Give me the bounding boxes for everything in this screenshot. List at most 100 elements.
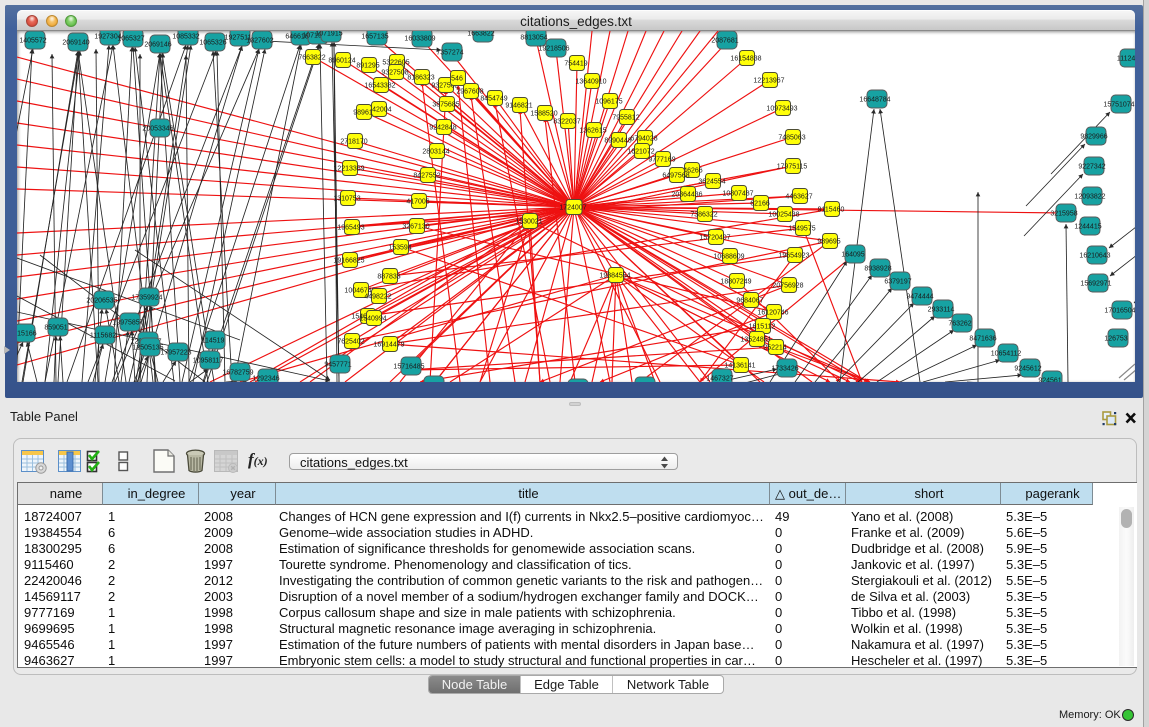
svg-text:17359924: 17359924 [131, 295, 162, 302]
svg-text:1244415: 1244415 [1074, 224, 1101, 231]
svg-text:2803144: 2803144 [422, 149, 449, 156]
svg-text:1724007: 1724007 [559, 205, 586, 212]
svg-text:7663822: 7663822 [298, 55, 325, 62]
svg-text:1096175: 1096175 [595, 99, 622, 106]
svg-text:4498222: 4498222 [364, 294, 391, 301]
svg-text:12213369: 12213369 [333, 166, 364, 173]
svg-text:6497568: 6497568 [662, 173, 689, 180]
svg-text:8960124: 8960124 [328, 58, 355, 65]
svg-text:1657135: 1657135 [361, 34, 388, 41]
svg-text:1085332: 1085332 [172, 34, 199, 41]
svg-text:12505135: 12505135 [132, 345, 163, 352]
svg-text:989695: 989695 [817, 239, 840, 246]
svg-text:8454749: 8454749 [480, 96, 507, 103]
svg-text:8813054: 8813054 [520, 35, 547, 42]
svg-text:763262: 763262 [948, 321, 971, 328]
svg-text:16782759: 16782759 [222, 370, 253, 377]
svg-text:9777169: 9777169 [648, 157, 675, 164]
svg-text:754419: 754419 [564, 61, 587, 68]
svg-text:19218506: 19218506 [538, 46, 569, 53]
svg-text:7625402: 7625402 [337, 339, 364, 346]
svg-text:891295: 891295 [356, 63, 379, 70]
svg-text:6794028: 6794028 [630, 136, 657, 143]
svg-text:16648784: 16648784 [859, 97, 890, 104]
svg-text:9327508: 9327508 [381, 70, 408, 77]
svg-text:1540994: 1540994 [359, 316, 386, 323]
svg-text:1362615: 1362615 [579, 128, 606, 135]
svg-text:3875685: 3875685 [432, 102, 459, 109]
svg-text:2967608: 2967608 [456, 89, 483, 96]
svg-text:1115682: 1115682 [90, 333, 116, 340]
svg-text:13640910: 13640910 [575, 79, 606, 86]
svg-text:12213967: 12213967 [753, 78, 784, 85]
svg-text:2069146: 2069146 [144, 42, 171, 49]
svg-text:3624554: 3624554 [698, 179, 725, 186]
svg-text:19166825: 19166825 [333, 258, 364, 265]
svg-text:15716485: 15716485 [393, 364, 424, 371]
svg-text:417006: 417006 [406, 199, 429, 206]
svg-text:16543382: 16543382 [364, 83, 395, 90]
svg-text:20364436: 20364436 [671, 192, 702, 199]
svg-text:12093822: 12093822 [1074, 194, 1105, 201]
svg-text:3215958: 3215958 [1050, 211, 1077, 218]
svg-text:8990448: 8990448 [604, 138, 631, 145]
svg-text:8427552: 8427552 [413, 173, 440, 180]
svg-text:1292346: 1292346 [252, 376, 279, 383]
svg-text:9242848: 9242848 [429, 125, 456, 132]
svg-text:16033809: 16033809 [404, 36, 435, 43]
svg-text:20053346: 20053346 [142, 126, 173, 133]
svg-text:1405572: 1405572 [19, 38, 46, 45]
svg-text:10958117: 10958117 [193, 358, 224, 365]
svg-text:1733426: 1733426 [771, 366, 798, 373]
svg-text:164095: 164095 [841, 252, 864, 259]
svg-text:887833: 887833 [377, 274, 400, 281]
svg-text:16914479: 16914479 [373, 342, 404, 349]
svg-text:1310753: 1310753 [333, 196, 360, 203]
svg-text:10025438: 10025438 [768, 212, 799, 219]
svg-text:16154838: 16154838 [730, 56, 761, 63]
svg-text:859051: 859051 [44, 325, 67, 332]
svg-text:2718170: 2718170 [340, 139, 367, 146]
svg-text:252214: 252214 [763, 345, 786, 352]
svg-text:9474444: 9474444 [906, 294, 933, 301]
svg-text:546: 546 [451, 76, 463, 83]
svg-text:114519: 114519 [202, 338, 225, 345]
svg-text:1621072: 1621072 [627, 149, 654, 156]
svg-text:19654923: 19654923 [778, 253, 809, 260]
svg-text:9227342: 9227342 [1078, 164, 1105, 171]
svg-text:10973493: 10973493 [766, 106, 797, 113]
svg-text:13524851: 13524851 [740, 337, 771, 344]
svg-text:111243: 111243 [1117, 56, 1135, 63]
svg-text:1663822: 1663822 [467, 31, 494, 38]
svg-text:8322037: 8322037 [553, 119, 580, 126]
svg-text:20756928: 20756928 [772, 283, 803, 290]
svg-text:62166: 62166 [750, 201, 770, 208]
svg-text:1588520: 1588520 [530, 111, 557, 118]
svg-text:7357274: 7357274 [436, 50, 463, 57]
svg-text:10807487: 10807487 [722, 191, 753, 198]
svg-text:9684067: 9684067 [736, 298, 763, 305]
svg-text:2087681: 2087681 [711, 38, 738, 45]
svg-text:6379197: 6379197 [884, 279, 911, 286]
svg-text:2933114: 2933114 [928, 307, 955, 314]
svg-text:17957223: 17957223 [160, 350, 191, 357]
svg-text:4463627: 4463627 [785, 194, 812, 201]
svg-text:10654112: 10654112 [991, 351, 1022, 358]
svg-text:16120746: 16120746 [757, 310, 788, 317]
svg-text:15692971: 15692971 [1080, 281, 1111, 288]
svg-text:1327602: 1327602 [246, 38, 273, 45]
svg-text:7386322: 7386322 [690, 212, 717, 219]
svg-text:15720407: 15720407 [699, 235, 730, 242]
svg-text:153594: 153594 [388, 245, 411, 252]
svg-text:15751074: 15751074 [1103, 102, 1134, 109]
svg-text:9245612: 9245612 [1014, 366, 1041, 373]
svg-text:20206535: 20206535 [86, 298, 117, 305]
svg-text:8186323: 8186323 [407, 75, 434, 82]
svg-text:98961: 98961 [353, 110, 373, 117]
svg-text:924561: 924561 [1038, 378, 1061, 383]
svg-text:8938928: 8938928 [864, 266, 891, 273]
svg-text:9146821: 9146821 [505, 103, 532, 110]
svg-text:9115460: 9115460 [818, 207, 845, 214]
svg-text:1467327: 1467327 [706, 376, 733, 383]
svg-text:17975115: 17975115 [777, 164, 808, 171]
